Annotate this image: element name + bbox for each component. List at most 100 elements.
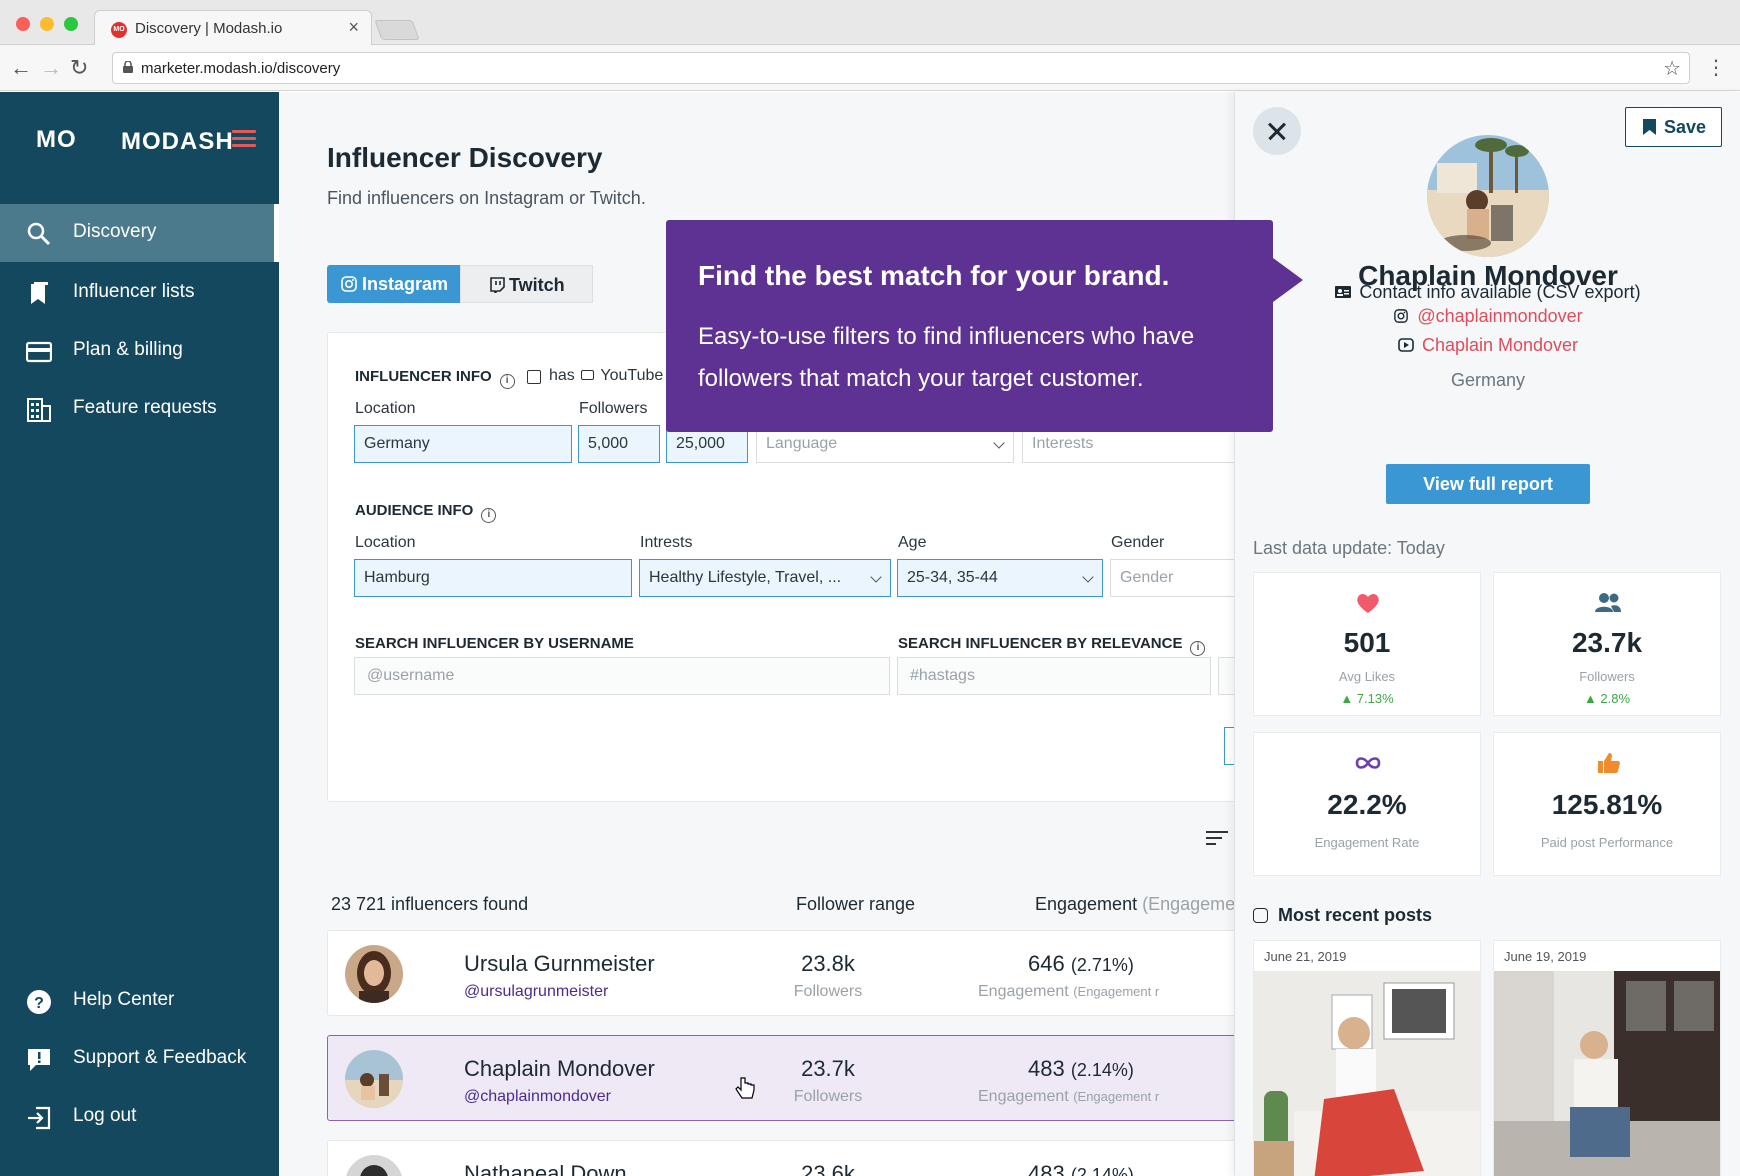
engagement-rate: (2.14%)	[1070, 1165, 1134, 1176]
tab-twitch[interactable]: Twitch	[460, 265, 593, 303]
tab-label: Instagram	[362, 274, 449, 294]
contact-info-text: Contact info available (CSV export)	[1359, 282, 1641, 302]
lock-icon	[123, 61, 133, 73]
sidebar-item-label: Log out	[73, 1105, 137, 1126]
instagram-icon	[341, 276, 357, 292]
audience-info-heading-text: AUDIENCE INFO	[355, 502, 474, 519]
table-row[interactable]: Ursula Gurnmeister @ursulagrunmeister 23…	[327, 930, 1234, 1016]
info-icon[interactable]: i	[499, 374, 515, 389]
post-card[interactable]: June 21, 2019	[1253, 940, 1481, 1176]
engagement-value: 483 (2.14%)	[978, 1056, 1234, 1082]
audience-location-input[interactable]: Hamburg	[354, 559, 632, 597]
browser-tab[interactable]: MO Discovery | Modash.io ×	[94, 10, 372, 46]
sidebar-item-label: Feature requests	[73, 397, 217, 418]
sidebar-item-feature-requests[interactable]: Feature requests	[0, 380, 279, 438]
engagement-header[interactable]: Engagement (Engageme	[1035, 894, 1234, 915]
chevron-down-icon	[993, 437, 1005, 449]
sidebar-item-influencer-lists[interactable]: Influencer lists	[0, 264, 279, 322]
sort-icon[interactable]	[1206, 831, 1228, 847]
close-panel-button[interactable]	[1253, 107, 1301, 155]
age-value: 25-34, 35-44	[907, 569, 998, 586]
youtube-name-text: Chaplain Mondover	[1421, 335, 1579, 355]
reload-icon[interactable]: ↻	[70, 55, 88, 81]
stat-delta-value: 7.13%	[1356, 691, 1394, 706]
chevron-down-icon	[1082, 571, 1094, 583]
engagement-header-text: Engagement	[1035, 894, 1138, 914]
stat-card-followers: 23.7k Followers ▲ 2.8%	[1493, 572, 1721, 716]
has-youtube-checkbox[interactable]	[527, 370, 541, 384]
bookmark-star-icon[interactable]: ☆	[1663, 56, 1681, 81]
stat-delta-value: 2.8%	[1600, 691, 1631, 706]
contact-card-icon	[1335, 286, 1352, 298]
feedback-bubble-icon	[28, 1049, 50, 1071]
audience-interests-select[interactable]: Healthy Lifestyle, Travel, ...	[639, 559, 891, 597]
age-select[interactable]: 25-34, 35-44	[897, 559, 1103, 597]
stat-delta: ▲ 7.13%	[1340, 691, 1394, 706]
username-search-input[interactable]: @username	[354, 657, 890, 695]
browser-titlebar: MO Discovery | Modash.io ×	[0, 0, 1740, 46]
url-field[interactable]: marketer.modash.io/discovery ☆	[112, 52, 1690, 84]
follower-cell: 23.7k Followers	[768, 1056, 888, 1106]
sidebar-item-support-feedback[interactable]: Support & Feedback	[0, 1030, 279, 1088]
search-button[interactable]	[1224, 727, 1234, 765]
sidebar-item-label: Discovery	[73, 221, 157, 242]
new-tab-button[interactable]	[374, 20, 420, 40]
window-maximize-dot[interactable]	[64, 17, 78, 31]
table-row[interactable]: Nathaneal Down 23.6k 483 (2.14%)	[327, 1140, 1234, 1176]
influencer-handle[interactable]: @ursulagrunmeister	[464, 983, 608, 1001]
brand-logo[interactable]: MO MODASH	[36, 126, 233, 155]
influencer-handle[interactable]: @chaplainmondover	[464, 1088, 611, 1106]
gender-select[interactable]: Gender	[1110, 559, 1234, 597]
recent-posts-heading-text: Most recent posts	[1278, 905, 1433, 925]
sidebar-item-help-center[interactable]: ? Help Center	[0, 972, 279, 1030]
location-label: Location	[355, 400, 416, 417]
people-icon	[1595, 593, 1621, 612]
followers-min-input[interactable]: 5,000	[578, 425, 660, 463]
stat-value: 22.2%	[1327, 789, 1407, 820]
sidebar-item-plan-billing[interactable]: Plan & billing	[0, 322, 279, 380]
browser-menu-icon[interactable]: ⋮	[1706, 55, 1726, 80]
influencer-name[interactable]: Nathaneal Down	[464, 1161, 627, 1176]
relevance-search-input[interactable]: #hastags	[897, 657, 1211, 695]
hamburger-menu-icon[interactable]	[232, 130, 256, 148]
search-extra-field[interactable]	[1218, 657, 1234, 695]
window-minimize-dot[interactable]	[40, 17, 54, 31]
tab-close-icon[interactable]: ×	[348, 17, 359, 38]
stat-label: Paid post Performance	[1540, 835, 1674, 850]
influencer-name[interactable]: Ursula Gurnmeister	[464, 951, 655, 977]
back-arrow-icon[interactable]: ←	[10, 55, 32, 81]
instagram-icon	[1253, 908, 1268, 923]
follower-label: Followers	[793, 983, 863, 1000]
influencer-name[interactable]: Chaplain Mondover	[464, 1056, 655, 1082]
view-full-report-button[interactable]: View full report	[1386, 464, 1590, 504]
save-button[interactable]: Save	[1625, 107, 1722, 147]
profile-avatar	[1427, 135, 1549, 257]
influencer-location-input[interactable]: Germany	[354, 425, 572, 463]
sidebar-item-label: Plan & billing	[73, 339, 183, 360]
bookmark-icon	[1643, 119, 1656, 135]
forward-arrow-icon[interactable]: →	[40, 55, 62, 81]
question-circle-icon: ?	[27, 990, 51, 1014]
table-row-selected[interactable]: Chaplain Mondover @chaplainmondover 23.7…	[327, 1035, 1234, 1121]
info-icon[interactable]: i	[481, 508, 497, 523]
sidebar-item-log-out[interactable]: Log out	[0, 1088, 279, 1146]
instagram-link[interactable]: @chaplainmondover	[1235, 306, 1740, 327]
engagement-count: 646	[1028, 951, 1065, 976]
follower-range-header[interactable]: Follower range	[796, 894, 915, 915]
sidebar: MO MODASH Discovery Influencer lists Pla…	[0, 92, 279, 1176]
language-placeholder: Language	[766, 435, 838, 452]
callout-title: Find the best match for your brand.	[698, 260, 1170, 291]
info-icon[interactable]: i	[1190, 641, 1206, 656]
sidebar-item-discovery[interactable]: Discovery	[0, 204, 279, 262]
engagement-cell: 483 (2.14%)	[978, 1161, 1234, 1176]
avatar	[345, 1155, 403, 1176]
follower-value: 23.8k	[801, 951, 855, 976]
page-subtitle: Find influencers on Instagram or Twitch.	[327, 188, 646, 208]
youtube-link[interactable]: Chaplain Mondover	[1235, 335, 1740, 356]
post-card[interactable]: June 19, 2019	[1493, 940, 1721, 1176]
window-close-dot[interactable]	[16, 17, 30, 31]
brand-name: MODASH	[121, 128, 234, 155]
tab-instagram[interactable]: Instagram	[327, 265, 460, 303]
sidebar-item-label: Support & Feedback	[73, 1047, 247, 1068]
stat-label: Engagement Rate	[1314, 835, 1420, 850]
